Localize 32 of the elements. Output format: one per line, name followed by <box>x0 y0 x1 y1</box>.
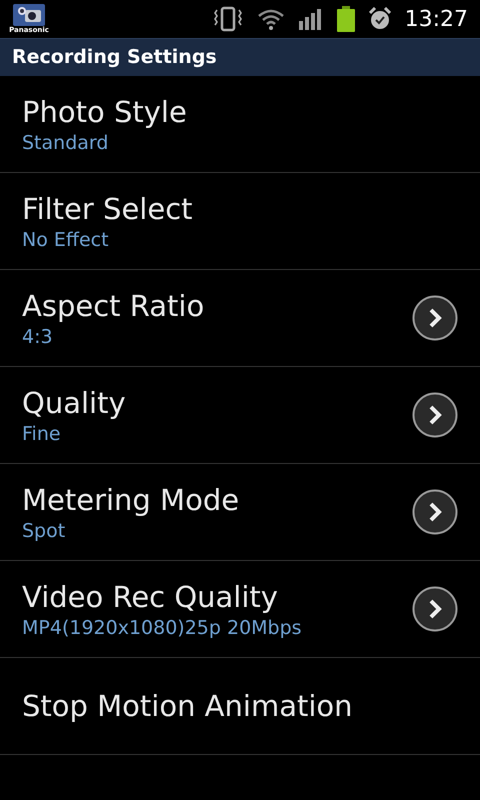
chevron-right-icon[interactable] <box>412 392 458 438</box>
alarm-clock-icon <box>368 7 391 31</box>
setting-value: Fine <box>22 422 62 446</box>
clock-time: 13:27 <box>404 6 468 34</box>
setting-row[interactable]: Photo Style Standard <box>0 76 480 173</box>
setting-row[interactable]: Stop Motion Animation <box>0 658 480 755</box>
setting-row[interactable]: Aspect Ratio 4:3 <box>0 270 480 367</box>
setting-title: Aspect Ratio <box>22 288 206 325</box>
wifi-icon <box>256 7 285 31</box>
chevron-right-icon[interactable] <box>412 295 458 341</box>
chevron-right-icon[interactable] <box>412 489 458 535</box>
setting-row[interactable]: Quality Fine <box>0 367 480 464</box>
setting-value: Standard <box>22 131 110 155</box>
setting-title: Filter Select <box>22 191 194 228</box>
setting-row[interactable]: Metering Mode Spot <box>0 464 480 561</box>
setting-value: MP4(1920x1080)25p 20Mbps <box>22 616 303 640</box>
setting-title: Video Rec Quality <box>22 579 279 616</box>
screen-title: Recording Settings <box>12 45 217 70</box>
vibrate-icon <box>212 6 243 32</box>
setting-title: Metering Mode <box>22 482 240 519</box>
battery-icon <box>336 6 355 32</box>
setting-value: No Effect <box>22 228 110 252</box>
setting-title: Quality <box>22 385 127 422</box>
setting-title: Photo Style <box>22 94 188 131</box>
setting-value: Spot <box>22 519 66 543</box>
setting-title: Stop Motion Animation <box>22 688 354 725</box>
chevron-right-icon[interactable] <box>412 586 458 632</box>
setting-value: 4:3 <box>22 325 54 349</box>
setting-row[interactable]: Video Rec Quality MP4(1920x1080)25p 20Mbps <box>0 561 480 658</box>
camera-app-icon[interactable] <box>13 4 45 26</box>
setting-row[interactable]: Filter Select No Effect <box>0 173 480 270</box>
signal-icon <box>298 8 323 30</box>
